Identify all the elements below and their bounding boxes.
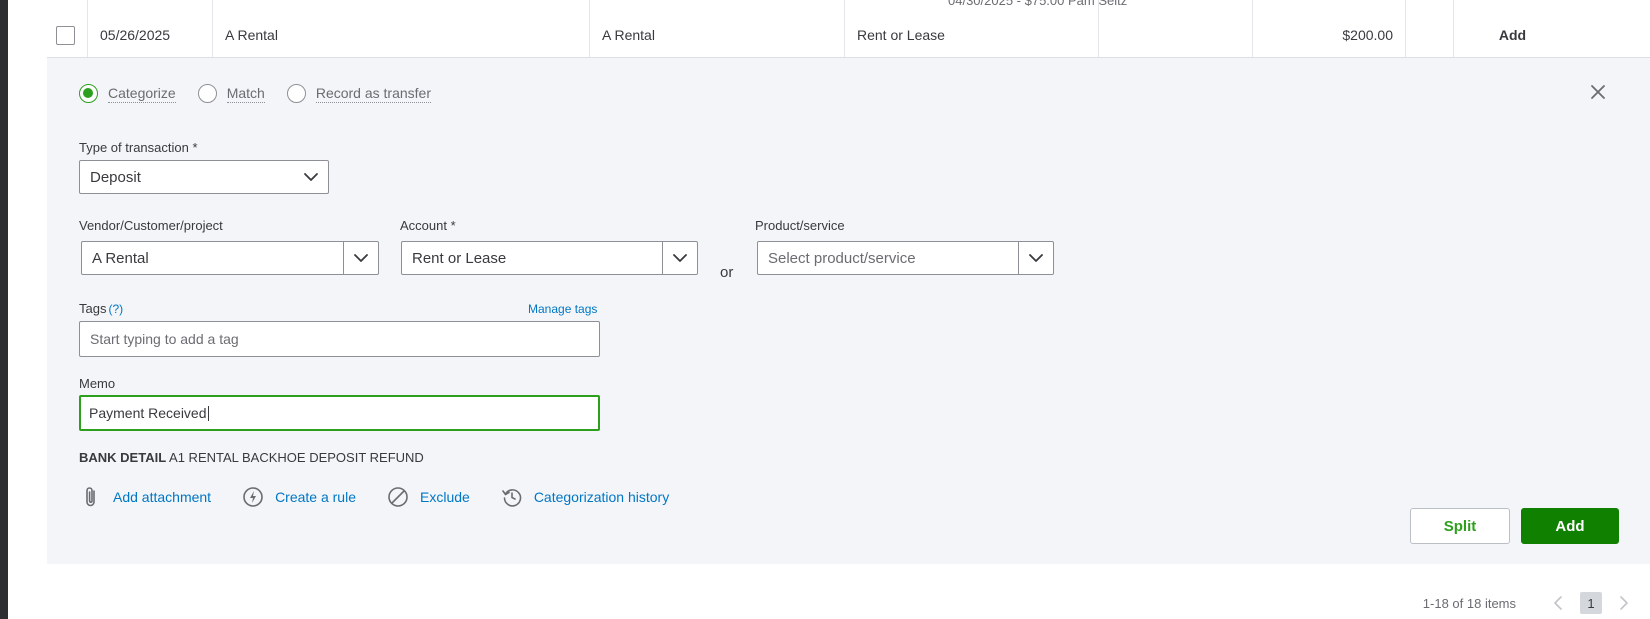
chevron-down-icon[interactable]: [294, 161, 328, 193]
lightning-icon: [241, 485, 265, 509]
categorize-panel: Categorize Match Record as transfer Type…: [47, 58, 1650, 564]
paperclip-icon: [79, 485, 103, 509]
product-label: Product/service: [755, 218, 845, 233]
mode-radio-group: Categorize Match Record as transfer: [79, 84, 453, 103]
exclude-label: Exclude: [420, 489, 470, 505]
row-spacer-cell: [1405, 13, 1453, 57]
previous-row-text: 04/30/2025 - $75.00 Pam Seitz: [948, 0, 1128, 8]
row-select-cell: [47, 13, 87, 57]
chevron-left-icon[interactable]: [1550, 594, 1566, 612]
bank-detail-label: BANK DETAIL: [79, 450, 167, 465]
prohibit-icon: [386, 485, 410, 509]
vendor-label: Vendor/Customer/project: [79, 218, 223, 233]
account-label: Account *: [400, 218, 456, 233]
radio-match-label[interactable]: Match: [226, 85, 265, 103]
split-button[interactable]: Split: [1410, 508, 1510, 544]
radio-categorize[interactable]: Categorize: [79, 84, 176, 103]
radio-categorize-label[interactable]: Categorize: [108, 85, 176, 103]
chevron-down-icon[interactable]: [662, 242, 697, 274]
row-spent: [1098, 13, 1252, 57]
row-payee: A Rental: [589, 13, 844, 57]
add-attachment-link[interactable]: Add attachment: [79, 485, 211, 509]
product-select[interactable]: Select product/service: [757, 241, 1054, 275]
panel-actions: Add attachment Create a rule Exclude Cat…: [79, 485, 699, 509]
vendor-select-value: A Rental: [92, 249, 149, 267]
pagination: 1-18 of 18 items 1: [1423, 592, 1632, 614]
account-select-value: Rent or Lease: [412, 249, 507, 267]
row-add-link[interactable]: Add: [1453, 13, 1559, 57]
type-select[interactable]: Deposit: [79, 160, 329, 194]
manage-tags-link[interactable]: Manage tags: [528, 302, 597, 316]
bank-detail-value: A1 RENTAL BACKHOE DEPOSIT REFUND: [169, 450, 424, 465]
chevron-right-icon[interactable]: [1616, 594, 1632, 612]
chevron-down-icon[interactable]: [343, 242, 378, 274]
row-checkbox[interactable]: [56, 25, 75, 45]
tags-input-placeholder: Start typing to add a tag: [90, 331, 239, 347]
memo-label: Memo: [79, 376, 116, 391]
memo-input-value: Payment Received: [89, 405, 207, 421]
pagination-summary: 1-18 of 18 items: [1422, 595, 1516, 611]
tags-label: Tags (?): [79, 301, 123, 316]
create-rule-label: Create a rule: [275, 489, 356, 505]
vendor-select[interactable]: A Rental: [81, 241, 379, 275]
radio-match-control[interactable]: [197, 84, 217, 103]
add-attachment-label: Add attachment: [113, 489, 212, 505]
add-button[interactable]: Add: [1521, 508, 1619, 544]
page-number-current[interactable]: 1: [1580, 592, 1602, 614]
bank-detail: BANK DETAIL A1 RENTAL BACKHOE DEPOSIT RE…: [79, 450, 424, 465]
radio-record-transfer-label[interactable]: Record as transfer: [315, 85, 431, 103]
product-select-placeholder: Select product/service: [768, 249, 916, 267]
row-description: A Rental: [212, 13, 589, 57]
radio-match[interactable]: Match: [197, 84, 265, 103]
chevron-down-icon[interactable]: [1018, 242, 1053, 274]
radio-record-transfer-control[interactable]: [286, 84, 306, 103]
categorization-history-label: Categorization history: [533, 489, 670, 505]
categorization-history-link[interactable]: Categorization history: [500, 485, 669, 509]
type-label: Type of transaction *: [79, 140, 198, 155]
row-received: $200.00: [1252, 13, 1405, 57]
create-rule-link[interactable]: Create a rule: [241, 485, 356, 509]
tags-label-text: Tags: [79, 301, 107, 316]
radio-categorize-control[interactable]: [79, 84, 98, 103]
type-select-value: Deposit: [90, 168, 141, 186]
row-category: Rent or Lease: [844, 13, 1098, 57]
table-row[interactable]: 05/26/2025 A Rental A Rental Rent or Lea…: [47, 13, 1650, 58]
memo-input[interactable]: Payment Received: [79, 395, 600, 431]
history-icon: [500, 485, 524, 509]
table-row-previous: 04/30/2025 - $75.00 Pam Seitz: [47, 0, 1650, 14]
account-select[interactable]: Rent or Lease: [401, 241, 698, 275]
row-date: 05/26/2025: [87, 13, 212, 57]
close-icon[interactable]: [1586, 80, 1610, 104]
or-separator: or: [720, 264, 734, 281]
tags-help-link[interactable]: (?): [108, 302, 123, 316]
text-caret: [207, 405, 209, 421]
tags-input[interactable]: Start typing to add a tag: [79, 321, 600, 357]
radio-record-transfer[interactable]: Record as transfer: [286, 84, 431, 103]
window-edge: [0, 0, 8, 619]
exclude-link[interactable]: Exclude: [386, 485, 470, 509]
